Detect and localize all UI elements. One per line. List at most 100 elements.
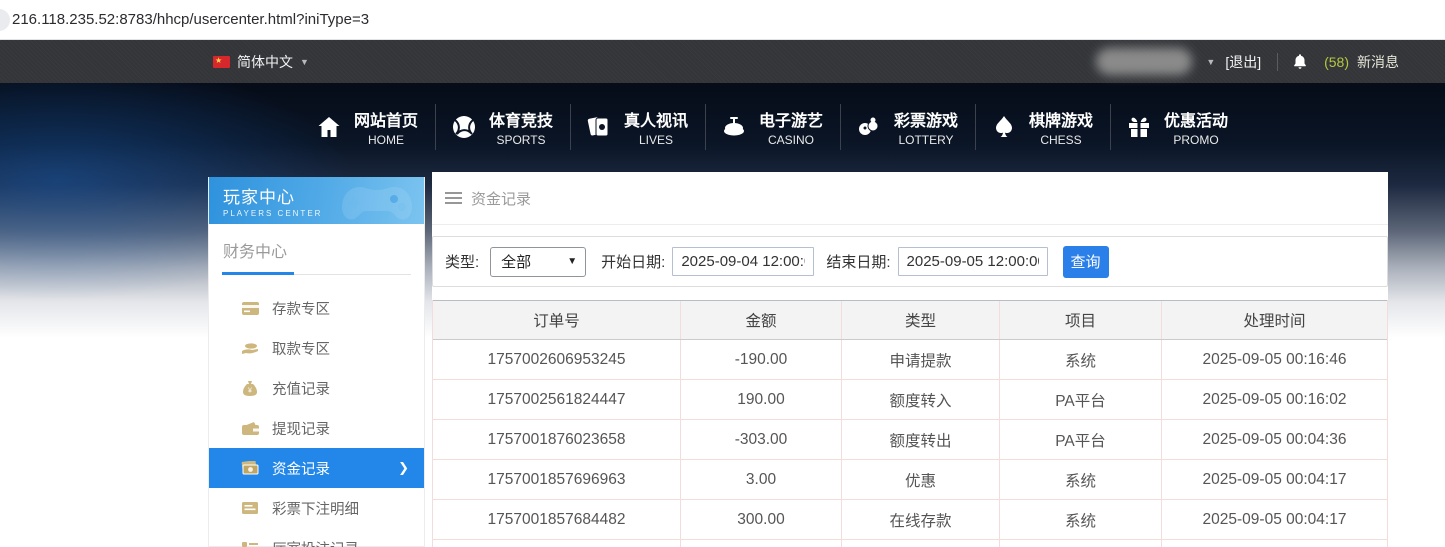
- notification-bell-icon[interactable]: [1292, 53, 1308, 70]
- end-date-label: 结束日期:: [826, 251, 890, 272]
- roulette-icon: [720, 114, 747, 141]
- funds-table: 订单号 金额 类型 项目 处理时间 1757002606953245 -190.…: [432, 300, 1388, 547]
- cell-order-id: 1757001857696963: [433, 460, 681, 499]
- lottery-balls-icon: [855, 114, 882, 141]
- cell-order-id: 1757002606953245: [433, 340, 681, 379]
- gamepad-icon: [338, 181, 416, 224]
- nav-lives[interactable]: 真人视讯LIVES: [585, 107, 691, 147]
- sidebar-item-withdrawal-record[interactable]: 提现记录: [209, 408, 424, 448]
- sidebar-item-label: 厅室投注记录: [272, 538, 359, 547]
- nav-divider: [435, 104, 436, 150]
- main-nav: 网站首页 HOME 体育竞技SPORTS 真人视讯LIVES 电子游艺 CASINO…: [315, 96, 1231, 158]
- nav-home-en: HOME: [351, 133, 421, 147]
- language-selector[interactable]: ★ 简体中文 ▼: [213, 40, 309, 83]
- search-button[interactable]: 查询: [1063, 246, 1109, 278]
- page-url[interactable]: 216.118.235.52:8783/hhcp/usercenter.html…: [12, 0, 369, 39]
- col-project: 项目: [1000, 301, 1162, 339]
- cell-amount: 3.00: [681, 460, 842, 499]
- cell-project: 系统: [1000, 500, 1162, 539]
- cell-amount: -190.00: [681, 340, 842, 379]
- cell-amount: -303.00: [681, 420, 842, 459]
- username-redacted[interactable]: [1096, 48, 1192, 75]
- sidebar-item-funds-record[interactable]: 资金记录 ❯: [209, 448, 424, 488]
- topbar-divider: [1277, 53, 1278, 71]
- nav-casino-en: CASINO: [756, 133, 826, 147]
- cell-amount: 300.00: [681, 500, 842, 539]
- wallet-icon: [241, 422, 259, 435]
- type-select[interactable]: 全部 ▼: [490, 247, 586, 277]
- message-count[interactable]: (58): [1324, 54, 1349, 70]
- nav-home[interactable]: 网站首页 HOME: [315, 107, 421, 147]
- nav-promo-en: PROMO: [1161, 133, 1231, 147]
- funds-record-panel: 资金记录 类型: 全部 ▼ 开始日期: 结束日期: 查询 订单号 金额 类型 项…: [432, 172, 1388, 547]
- filter-bar: 类型: 全部 ▼ 开始日期: 结束日期: 查询: [432, 236, 1388, 287]
- user-chevron-down-icon[interactable]: ▼: [1206, 57, 1215, 67]
- sidebar-item-lottery-bets[interactable]: 彩票下注明细: [209, 488, 424, 528]
- table-row: 1757001876023658 -303.00 额度转出 PA平台 2025-…: [433, 420, 1387, 460]
- chevron-right-icon: ❯: [398, 460, 409, 476]
- cell-time: 2025-09-05 00:04:17: [1162, 460, 1387, 499]
- cell-time: 2025-09-05 00:16:02: [1162, 380, 1387, 419]
- nav-lottery[interactable]: 彩票游戏 LOTTERY: [855, 107, 961, 147]
- cell-amount: 190.00: [681, 380, 842, 419]
- nav-casino-zh: 电子游艺: [756, 107, 826, 131]
- sidebar-item-withdraw[interactable]: 取款专区: [209, 328, 424, 368]
- chevron-down-icon: ▼: [300, 57, 309, 67]
- start-date-input[interactable]: [672, 247, 814, 276]
- sports-icon: [450, 114, 477, 141]
- account-topbar: ★ 简体中文 ▼ ▼ [退出] (58) 新消息: [0, 40, 1445, 83]
- type-label: 类型:: [445, 251, 479, 272]
- type-select-value: 全部: [501, 251, 531, 272]
- cell-project: PA平台: [1000, 420, 1162, 459]
- start-date-label: 开始日期:: [601, 251, 665, 272]
- language-label: 简体中文: [237, 52, 293, 72]
- sidebar-menu: 存款专区 取款专区 ¥ 充值记录 提现记录 资金记录 ❯ 彩票下注明细 厅室投注…: [209, 288, 424, 547]
- nav-promo[interactable]: 优惠活动 PROMO: [1125, 107, 1231, 147]
- nav-divider: [1110, 104, 1111, 150]
- hamburger-icon[interactable]: [445, 189, 462, 207]
- sidebar-item-label: 彩票下注明细: [272, 498, 359, 519]
- cell-project: 系统: [1000, 460, 1162, 499]
- table-header-row: 订单号 金额 类型 项目 处理时间: [433, 300, 1387, 340]
- nav-casino[interactable]: 电子游艺 CASINO: [720, 107, 826, 147]
- col-amount: 金额: [681, 301, 842, 339]
- gift-icon: [1125, 114, 1152, 141]
- sidebar-item-label: 提现记录: [272, 418, 330, 439]
- nav-promo-zh: 优惠活动: [1161, 107, 1231, 131]
- reload-icon[interactable]: [0, 9, 10, 31]
- sidebar-item-label: 资金记录: [272, 458, 330, 479]
- new-messages-link[interactable]: 新消息: [1357, 52, 1399, 72]
- nav-chess-en: CHESS: [1026, 133, 1096, 147]
- table-row: 1757002606953245 -190.00 申请提款 系统 2025-09…: [433, 340, 1387, 380]
- nav-sports-zh: 体育竞技: [486, 107, 556, 131]
- browser-address-bar: 216.118.235.52:8783/hhcp/usercenter.html…: [0, 0, 1445, 40]
- cell-type: 额度转入: [842, 380, 1000, 419]
- table-row-partial: [433, 540, 1387, 547]
- sidebar-item-recharge-record[interactable]: ¥ 充值记录: [209, 368, 424, 408]
- sidebar-item-label: 取款专区: [272, 338, 330, 359]
- col-time: 处理时间: [1162, 301, 1387, 339]
- logout-link[interactable]: [退出]: [1225, 52, 1261, 72]
- cell-project: 系统: [1000, 340, 1162, 379]
- nav-chess[interactable]: 棋牌游戏 CHESS: [990, 107, 1096, 147]
- nav-home-zh: 网站首页: [351, 107, 421, 131]
- nav-sports[interactable]: 体育竞技SPORTS: [450, 107, 556, 147]
- nav-chess-zh: 棋牌游戏: [1026, 107, 1096, 131]
- cell-order-id: 1757001876023658: [433, 420, 681, 459]
- spade-icon: [990, 114, 1017, 141]
- sidebar-item-deposit[interactable]: 存款专区: [209, 288, 424, 328]
- end-date-input[interactable]: [898, 247, 1048, 276]
- finance-section-title: 财务中心: [209, 224, 424, 272]
- nav-divider: [705, 104, 706, 150]
- nav-lottery-en: LOTTERY: [891, 133, 961, 147]
- col-type: 类型: [842, 301, 1000, 339]
- sidebar-item-label: 充值记录: [272, 378, 330, 399]
- deposit-card-icon: [241, 302, 259, 315]
- nav-lottery-zh: 彩票游戏: [891, 107, 961, 131]
- sidebar-item-hall-bets[interactable]: 厅室投注记录: [209, 528, 424, 547]
- page-title: 资金记录: [471, 188, 531, 209]
- nav-divider: [570, 104, 571, 150]
- nav-lives-en: LIVES: [621, 133, 691, 147]
- banknotes-icon: [241, 461, 259, 475]
- cell-type: 申请提款: [842, 340, 1000, 379]
